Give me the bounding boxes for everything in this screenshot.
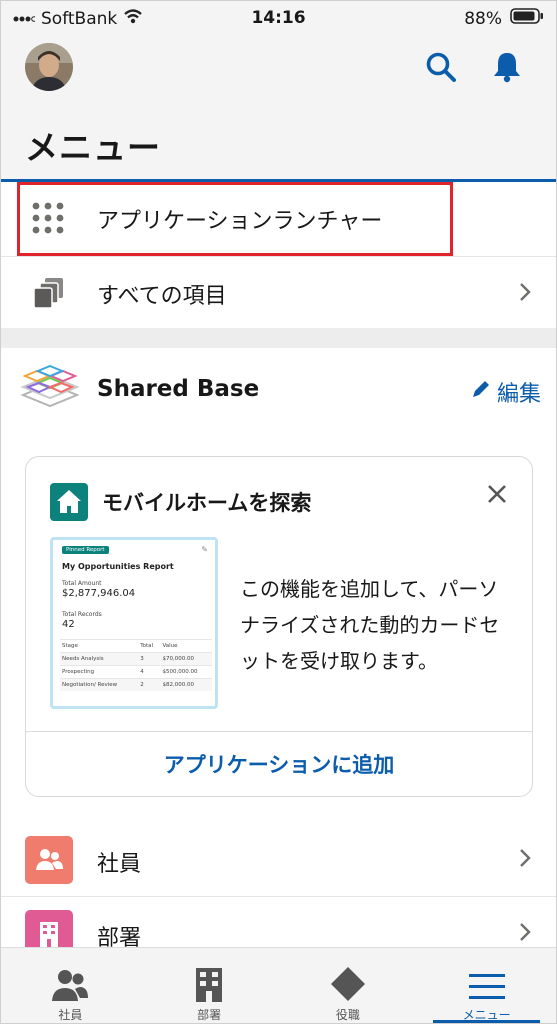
table-row: Prospecting 4 $500,000.00 bbox=[60, 665, 212, 679]
column-header: Value bbox=[160, 639, 212, 653]
tab-label: 役職 bbox=[335, 1008, 360, 1022]
app-name: Shared Base bbox=[97, 376, 260, 402]
stacked-cards-icon bbox=[33, 277, 65, 313]
table-cell: 3 bbox=[138, 652, 161, 666]
chevron-right-icon bbox=[519, 282, 531, 306]
add-to-app-button[interactable]: アプリケーションに追加 bbox=[26, 749, 532, 779]
tab-employees[interactable]: 社員 bbox=[1, 948, 140, 1023]
chevron-right-icon bbox=[519, 922, 531, 946]
records-label: Total Records bbox=[62, 611, 102, 618]
edit-button[interactable]: 編集 bbox=[471, 376, 541, 408]
page-title: メニュー bbox=[25, 128, 161, 167]
pinned-report-badge: Pinned Report bbox=[62, 546, 109, 554]
close-icon[interactable] bbox=[486, 483, 508, 509]
edit-label: 編集 bbox=[497, 382, 542, 407]
table-cell: $82,000.00 bbox=[160, 678, 212, 691]
battery-icon bbox=[510, 8, 544, 29]
card-description: この機能を追加して、パーソナライズされた動的カードセットを受け取ります。 bbox=[240, 577, 500, 673]
report-table: Stage Total Value Needs Analysis 3 $70,0… bbox=[60, 639, 212, 691]
report-title: My Opportunities Report bbox=[62, 562, 174, 571]
amount-value: $2,877,946.04 bbox=[62, 588, 136, 599]
card-title: モバイルホームを探索 bbox=[102, 491, 312, 515]
highlight-box bbox=[17, 182, 453, 256]
home-icon bbox=[50, 483, 88, 525]
card-divider bbox=[26, 731, 532, 732]
all-items-item[interactable]: すべての項目 bbox=[1, 256, 556, 330]
pencil-icon bbox=[471, 379, 491, 405]
table-row: Negotiation/ Review 2 $82,000.00 bbox=[60, 678, 212, 691]
section-separator bbox=[1, 328, 556, 348]
column-header: Stage bbox=[60, 639, 139, 653]
table-cell: Prospecting bbox=[60, 665, 139, 679]
app-section-header: Shared Base 編集 bbox=[1, 348, 556, 432]
report-preview-image: Pinned Report ✎ My Opportunities Report … bbox=[50, 537, 218, 709]
tab-label: 社員 bbox=[58, 1008, 83, 1022]
tab-menu[interactable]: メニュー bbox=[417, 948, 556, 1023]
people-icon bbox=[25, 836, 73, 884]
people-icon bbox=[51, 958, 89, 1002]
pencil-icon: ✎ bbox=[201, 545, 208, 554]
table-header-row: Stage Total Value bbox=[60, 639, 212, 653]
column-header: Total bbox=[138, 639, 161, 653]
amount-label: Total Amount bbox=[62, 580, 102, 587]
tab-label: 部署 bbox=[197, 1008, 222, 1022]
table-cell: Negotiation/ Review bbox=[60, 678, 139, 691]
tab-label: メニュー bbox=[462, 1008, 511, 1022]
avatar[interactable] bbox=[25, 43, 73, 91]
chevron-right-icon bbox=[519, 848, 531, 872]
tab-positions[interactable]: 役職 bbox=[279, 948, 418, 1023]
table-cell: 4 bbox=[138, 665, 161, 679]
records-value: 42 bbox=[62, 619, 75, 630]
mobile-home-card: モバイルホームを探索 Pinned Report ✎ My Opportunit… bbox=[25, 456, 533, 797]
diamond-icon bbox=[330, 958, 366, 1002]
list-item-label: 社員 bbox=[97, 852, 142, 877]
list-item-employees[interactable]: 社員 bbox=[1, 823, 556, 897]
table-row: Needs Analysis 3 $70,000.00 bbox=[60, 652, 212, 666]
battery-group: 88% bbox=[464, 8, 544, 29]
tab-departments[interactable]: 部署 bbox=[140, 948, 279, 1023]
bell-icon[interactable] bbox=[490, 50, 524, 88]
battery-percent: 88% bbox=[464, 8, 502, 29]
status-bar: SoftBank 14:16 88% bbox=[1, 1, 556, 35]
building-icon bbox=[194, 958, 224, 1002]
header: メニュー bbox=[1, 35, 556, 181]
tab-bar: 社員 部署 役職 メニュー bbox=[1, 947, 556, 1023]
all-items-label: すべての項目 bbox=[97, 283, 227, 309]
table-cell: $500,000.00 bbox=[160, 665, 212, 679]
hamburger-icon bbox=[468, 958, 506, 1002]
table-cell: $70,000.00 bbox=[160, 652, 212, 666]
app-layers-icon bbox=[19, 364, 81, 414]
table-cell: 2 bbox=[138, 678, 161, 691]
search-icon[interactable] bbox=[425, 51, 457, 87]
table-cell: Needs Analysis bbox=[60, 652, 139, 666]
